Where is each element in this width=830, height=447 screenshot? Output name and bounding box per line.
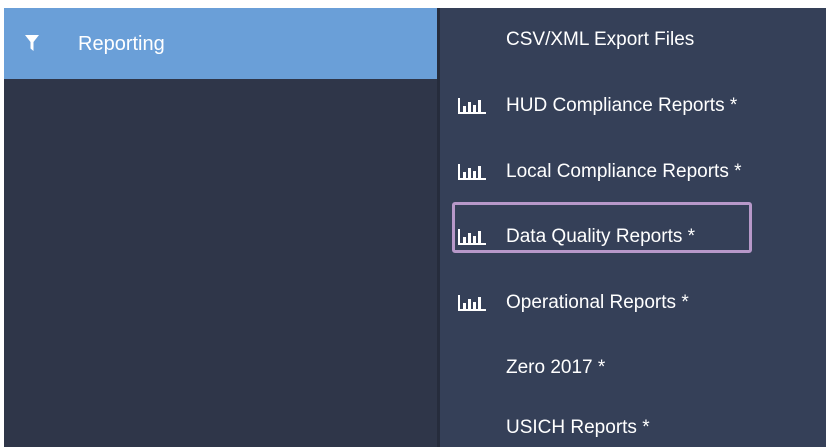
filter-icon: [25, 35, 39, 51]
menu-item-label: USICH Reports *: [506, 417, 650, 438]
menu-item-data-quality-reports[interactable]: Data Quality Reports *: [440, 217, 826, 257]
menu-item-label: Zero 2017 *: [506, 357, 606, 378]
sidebar-item-label: Reporting: [78, 33, 165, 55]
menu-item-csv-xml-export[interactable]: CSV/XML Export Files: [440, 20, 826, 60]
menu-item-label: CSV/XML Export Files: [506, 29, 695, 50]
menu-item-label: HUD Compliance Reports *: [506, 95, 738, 116]
menu-item-local-compliance-reports[interactable]: Local Compliance Reports *: [440, 152, 826, 192]
sidebar-item-reporting[interactable]: Reporting: [4, 8, 437, 79]
bar-chart-icon: [458, 164, 486, 180]
menu-item-operational-reports[interactable]: Operational Reports *: [440, 283, 826, 323]
reporting-submenu: CSV/XML Export Files HUD Compliance Repo…: [440, 8, 826, 447]
sidebar: Reporting: [4, 8, 437, 447]
bar-chart-icon: [458, 295, 486, 311]
menu-item-label: Data Quality Reports *: [506, 226, 696, 247]
menu-item-usich-reports[interactable]: USICH Reports *: [440, 408, 826, 447]
bar-chart-icon: [458, 98, 486, 114]
menu-item-zero-2017[interactable]: Zero 2017 *: [440, 348, 826, 388]
menu-item-hud-compliance-reports[interactable]: HUD Compliance Reports *: [440, 86, 826, 126]
menu-item-label: Operational Reports *: [506, 292, 689, 313]
app-frame: Reporting CSV/XML Export Files HUD Compl…: [4, 8, 826, 447]
bar-chart-icon: [458, 229, 486, 245]
menu-item-label: Local Compliance Reports *: [506, 161, 742, 182]
